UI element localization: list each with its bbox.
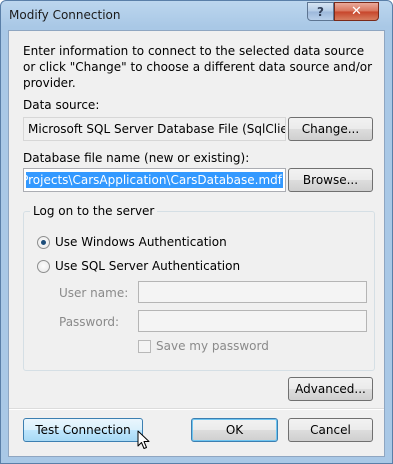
mouse-cursor-icon: [137, 430, 150, 449]
sql-auth-label: Use SQL Server Authentication: [55, 259, 241, 273]
database-file-input[interactable]: ary Projects\CarsApplication\CarsDatabas…: [23, 168, 286, 192]
database-file-label: Database file name (new or existing):: [23, 151, 250, 165]
modify-connection-dialog: Modify Connection ? ✕ Enter information …: [0, 0, 393, 464]
close-icon: ✕: [351, 4, 362, 19]
change-button[interactable]: Change...: [288, 117, 373, 141]
data-source-value: Microsoft SQL Server Database File (SqlC…: [23, 117, 286, 141]
test-connection-button[interactable]: Test Connection: [23, 418, 143, 442]
help-button[interactable]: ?: [307, 2, 334, 21]
browse-button[interactable]: Browse...: [288, 168, 373, 192]
cancel-button[interactable]: Cancel: [288, 418, 373, 442]
dialog-title: Modify Connection: [9, 8, 121, 22]
separator: [9, 408, 384, 410]
close-button[interactable]: ✕: [334, 2, 379, 21]
sql-auth-option[interactable]: Use SQL Server Authentication: [37, 259, 240, 273]
windows-auth-radio[interactable]: [37, 235, 50, 249]
windows-auth-option[interactable]: Use Windows Authentication: [37, 235, 227, 249]
help-icon: ?: [317, 4, 324, 19]
save-password-label: Save my password: [156, 339, 269, 353]
save-password-option[interactable]: Save my password: [138, 339, 269, 353]
user-name-field[interactable]: [138, 281, 367, 303]
database-file-value: ary Projects\CarsApplication\CarsDatabas…: [26, 172, 283, 188]
advanced-button[interactable]: Advanced...: [288, 377, 373, 401]
dialog-body: Enter information to connect to the sele…: [8, 30, 385, 457]
user-name-label: User name:: [59, 286, 129, 300]
windows-auth-label: Use Windows Authentication: [55, 235, 227, 249]
logon-group-title: Log on to the server: [30, 204, 158, 218]
sql-auth-radio[interactable]: [37, 259, 50, 273]
title-bar[interactable]: Modify Connection ? ✕: [1, 1, 392, 29]
data-source-label: Data source:: [23, 98, 100, 112]
intro-text: Enter information to connect to the sele…: [23, 44, 373, 90]
ok-button[interactable]: OK: [191, 418, 278, 442]
password-field[interactable]: [138, 310, 367, 332]
save-password-checkbox[interactable]: [138, 339, 151, 353]
password-label: Password:: [59, 315, 120, 329]
logon-group: Log on to the server Use Windows Authent…: [23, 204, 375, 371]
